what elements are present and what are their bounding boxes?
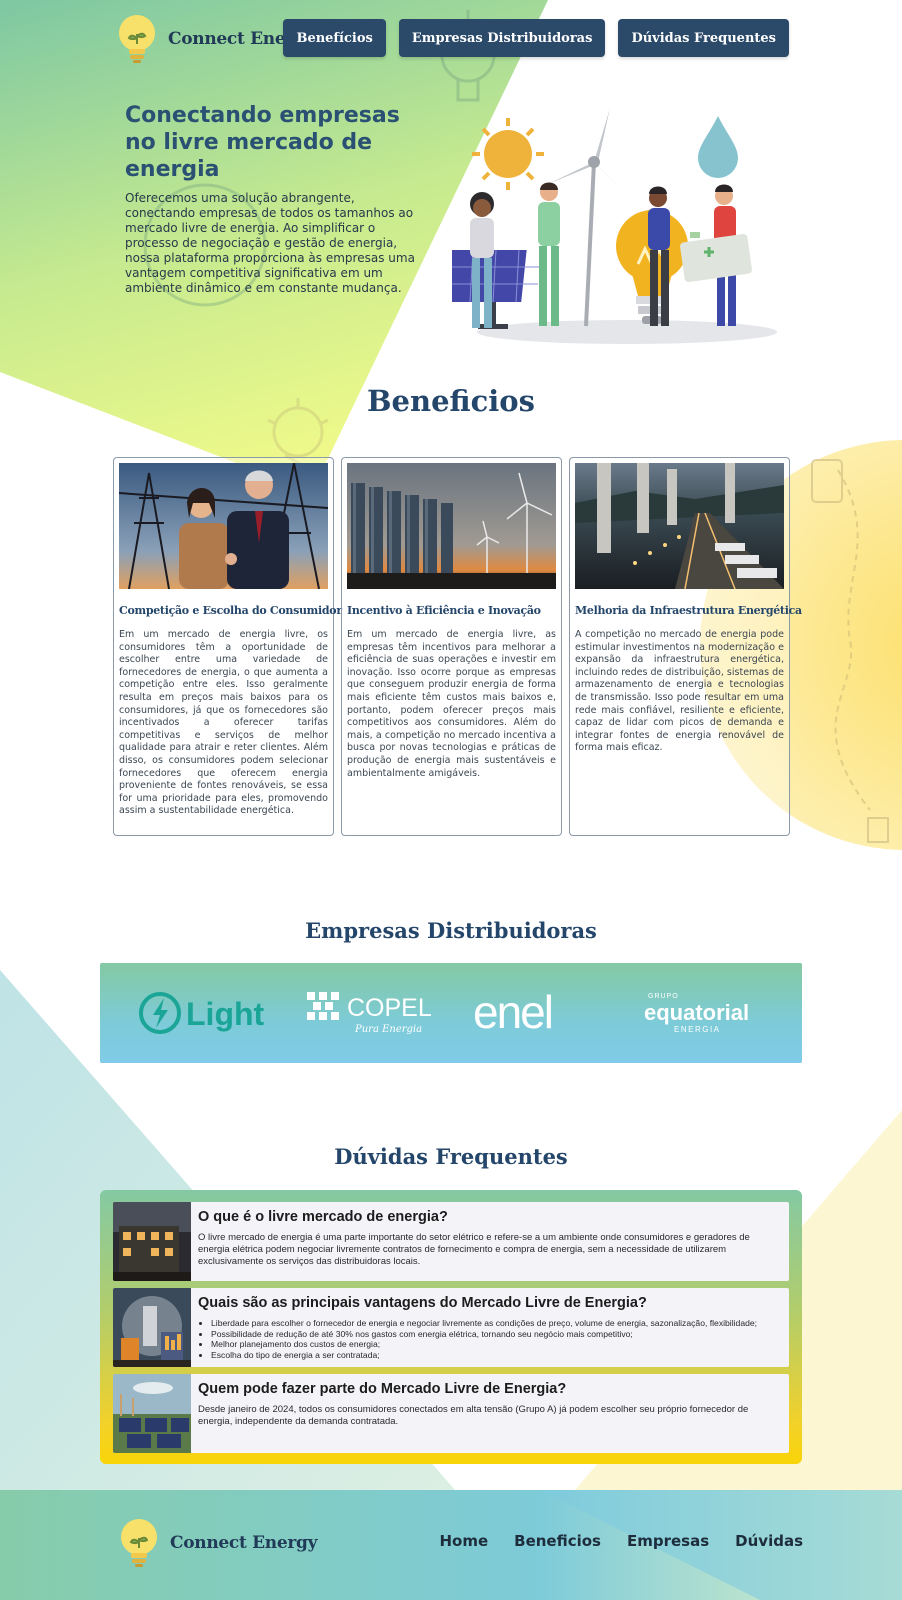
- faq-panel: O que é o livre mercado de energia? O li…: [100, 1190, 802, 1464]
- equatorial-logo[interactable]: GRUPO equatorial ENERGIA: [624, 983, 774, 1043]
- footer-brand-logo[interactable]: Connect Energy: [118, 1518, 317, 1568]
- equatorial-logo-text: equatorial: [644, 1000, 749, 1025]
- solar-panel-icon: [452, 249, 540, 329]
- distributors-banner: Light COPEL Pura Energia enel GRUPO equa…: [100, 963, 802, 1063]
- footer-brand-name: Connect Energy: [170, 1533, 318, 1553]
- hero-text: Oferecemos uma solução abrangente, conec…: [125, 191, 415, 295]
- light-logo[interactable]: Light: [128, 983, 278, 1043]
- faq-answer: Desde janeiro de 2024, todos os consumid…: [198, 1404, 749, 1427]
- equatorial-logo-bottom: ENERGIA: [674, 1025, 721, 1034]
- benefits-title: Beneficios: [367, 384, 535, 418]
- enel-logo[interactable]: enel: [459, 983, 609, 1043]
- benefit-card-title: Incentivo à Eficiência e Inovação: [347, 604, 541, 617]
- faq-bullet: Melhor planejamento dos custos de energi…: [211, 1339, 757, 1350]
- faq-body: Quais são as principais vantagens do Mer…: [191, 1288, 765, 1367]
- faq-bullet: Liberdade para escolher o fornecedor de …: [211, 1318, 757, 1329]
- equatorial-logo-top: GRUPO: [648, 993, 679, 1000]
- faq-bullet-list: Liberdade para escolher o fornecedor de …: [198, 1318, 757, 1360]
- footer-link-empresas[interactable]: Empresas: [627, 1532, 709, 1550]
- faq-item[interactable]: Quais são as principais vantagens do Mer…: [113, 1288, 789, 1367]
- faq-thumbnail-solar: [113, 1374, 191, 1453]
- benefit-card: Competição e Escolha do Consumidor Em um…: [113, 457, 342, 836]
- faq-question: O que é o livre mercado de energia?: [198, 1209, 448, 1225]
- nav-empresas-button[interactable]: Empresas Distribuidoras: [398, 19, 606, 57]
- hero-illustration: [452, 108, 777, 344]
- faq-answer: O livre mercado de energia é uma parte i…: [198, 1232, 750, 1267]
- wind-farm-photo: [347, 463, 556, 589]
- faq-question: Quem pode fazer parte do Mercado Livre d…: [198, 1381, 567, 1397]
- benefit-card: Incentivo à Eficiência e Inovação Em um …: [341, 457, 562, 836]
- site-header: Connect Energy Benefícios Empresas Distr…: [0, 0, 902, 76]
- footer-link-beneficios[interactable]: Beneficios: [514, 1532, 601, 1550]
- site-footer: Connect Energy Home Beneficios Empresas …: [0, 1490, 902, 1600]
- copel-logo[interactable]: COPEL Pura Energia: [293, 983, 443, 1043]
- lightbulb-icon: [119, 15, 155, 63]
- hero-title: Conectando empresas no livre mercado de …: [125, 103, 400, 182]
- faq-item[interactable]: Quem pode fazer parte do Mercado Livre d…: [113, 1374, 789, 1453]
- battery-icon: [680, 232, 752, 283]
- benefit-card-text: Em um mercado de energia livre, as empre…: [347, 629, 556, 779]
- distributors-title: Empresas Distribuidoras: [305, 918, 597, 943]
- infrastructure-photo: [575, 463, 784, 589]
- benefit-card-text: Em um mercado de energia livre, os consu…: [119, 629, 328, 817]
- footer-link-duvidas[interactable]: Dúvidas: [735, 1532, 803, 1550]
- faq-item[interactable]: O que é o livre mercado de energia? O li…: [113, 1202, 789, 1281]
- faq-title: Dúvidas Frequentes: [334, 1144, 568, 1169]
- faq-thumbnail-building: [113, 1202, 191, 1281]
- light-logo-text: Light: [186, 996, 265, 1032]
- copel-logo-text: COPEL: [347, 994, 432, 1022]
- lightbulb-icon: [121, 1519, 157, 1567]
- sun-icon: [472, 118, 544, 190]
- handshake-photo: [119, 463, 328, 589]
- main-nav: Benefícios Empresas Distribuidoras Dúvid…: [283, 19, 789, 57]
- benefit-card: Melhoria da Infraestrutura Energética A …: [569, 457, 802, 836]
- faq-body: Quem pode fazer parte do Mercado Livre d…: [191, 1374, 789, 1453]
- nav-beneficios-button[interactable]: Benefícios: [283, 19, 386, 57]
- copel-tagline: Pura Energia: [354, 1024, 422, 1035]
- footer-link-home[interactable]: Home: [439, 1532, 488, 1550]
- faq-thumbnail-energy: [113, 1288, 191, 1367]
- nav-duvidas-button[interactable]: Dúvidas Frequentes: [618, 19, 789, 57]
- benefit-card-title: Melhoria da Infraestrutura Energética: [575, 604, 802, 617]
- faq-body: O que é o livre mercado de energia? O li…: [191, 1202, 789, 1281]
- footer-nav: Home Beneficios Empresas Dúvidas: [439, 1532, 803, 1550]
- benefit-card-title: Competição e Escolha do Consumidor: [119, 604, 342, 617]
- benefit-card-text: A competição no mercado de energia pode …: [575, 629, 784, 754]
- faq-bullet: Escolha do tipo de energia a ser contrat…: [211, 1350, 757, 1361]
- enel-logo-text: enel: [473, 988, 552, 1038]
- faq-bullet: Possibilidade de redução de até 30% nos …: [211, 1329, 757, 1340]
- faq-question: Quais são as principais vantagens do Mer…: [198, 1295, 647, 1311]
- benefits-cards: Competição e Escolha do Consumidor Em um…: [113, 457, 802, 836]
